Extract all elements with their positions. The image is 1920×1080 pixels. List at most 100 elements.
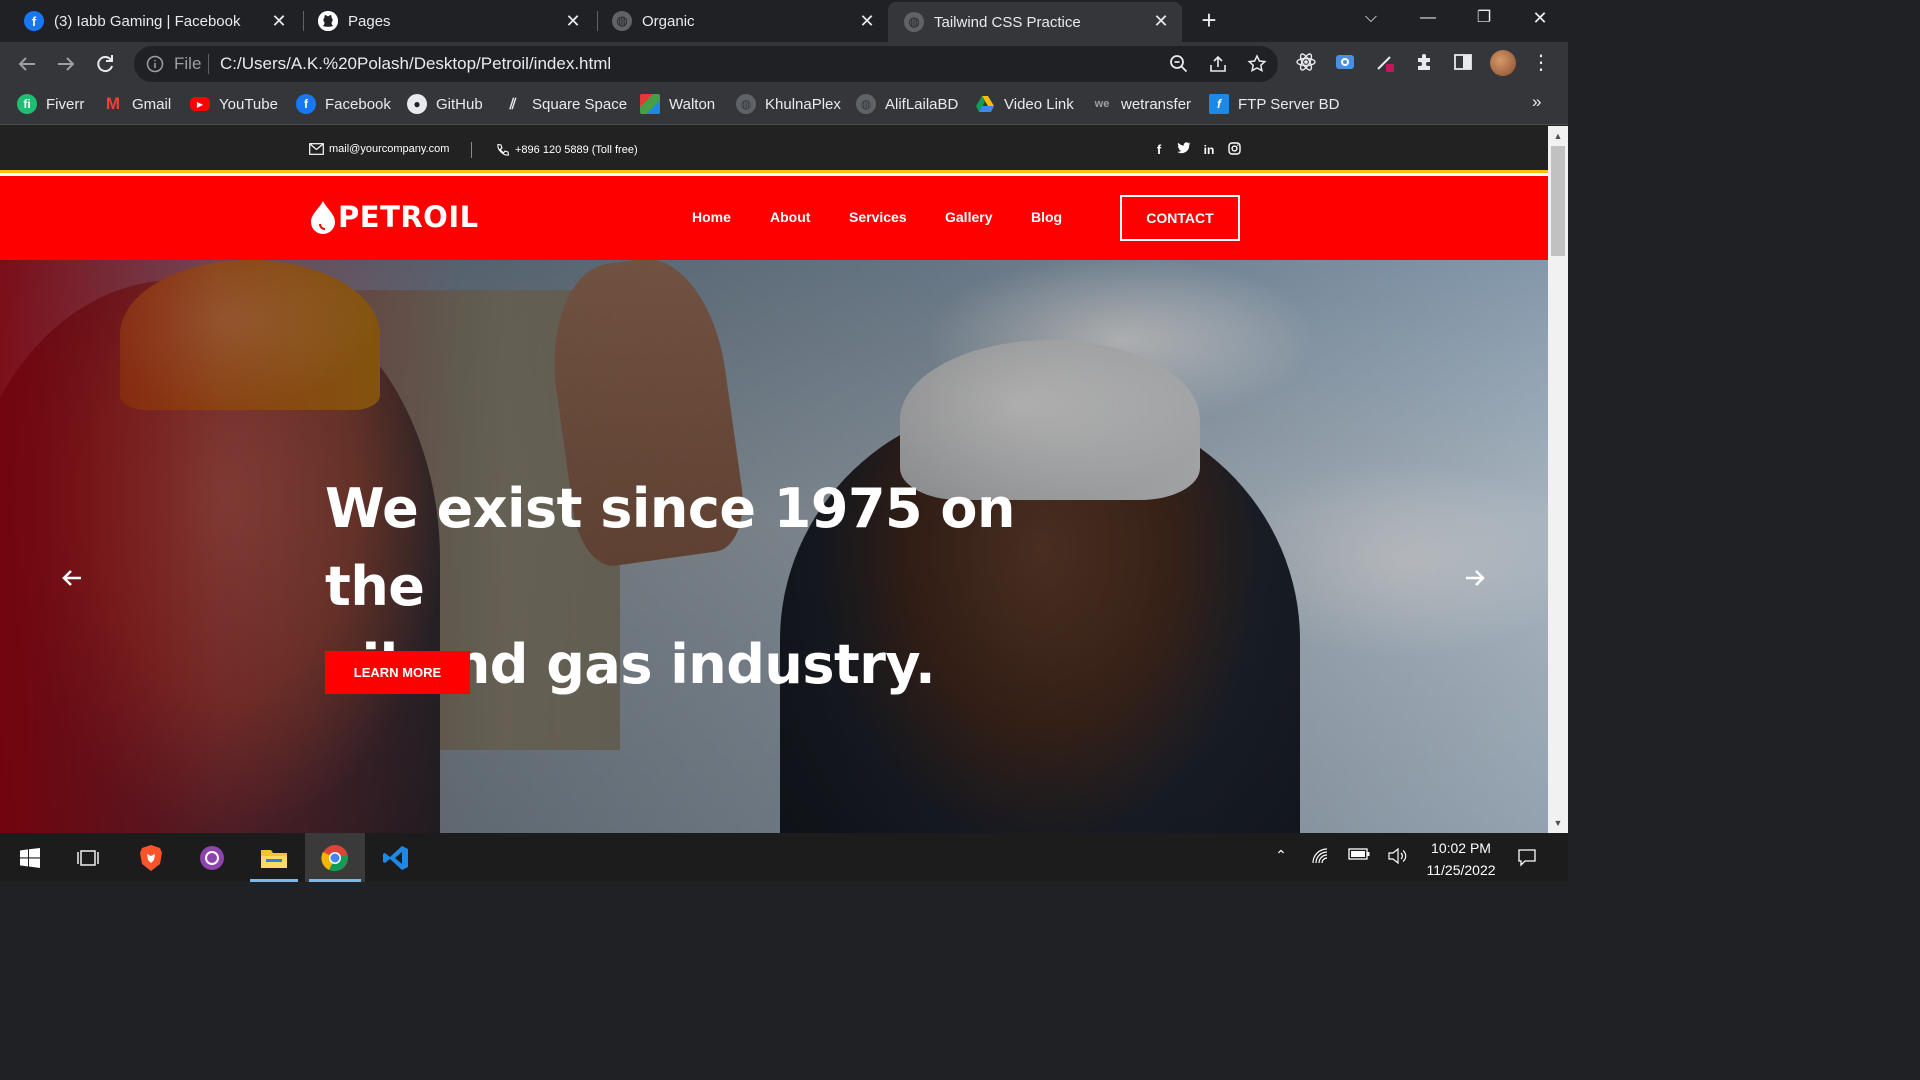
globe-icon: ◍: [856, 94, 876, 114]
url-text[interactable]: C:/Users/A.K.%20Polash/Desktop/Petroil/i…: [220, 54, 611, 74]
share-icon[interactable]: [1207, 53, 1229, 75]
forward-button[interactable]: [52, 50, 80, 78]
taskbar-file-explorer[interactable]: [244, 833, 304, 882]
bookmark-squarespace[interactable]: ⫽ Square Space: [503, 93, 627, 115]
phone-text: +896 120 5889 (Toll free): [515, 144, 638, 156]
browser-toolbar: File C:/Users/A.K.%20Polash/Desktop/Petr…: [0, 42, 1568, 85]
learn-more-button[interactable]: LEARN MORE: [325, 651, 470, 694]
oil-drop-icon: [311, 201, 335, 234]
minimize-button[interactable]: —: [1400, 0, 1456, 36]
bookmark-fiverr[interactable]: fi Fiverr: [17, 93, 84, 115]
globe-icon: ◍: [736, 94, 756, 114]
wifi-icon[interactable]: [1310, 847, 1332, 869]
nav-gallery[interactable]: Gallery: [945, 209, 992, 225]
scroll-down-icon[interactable]: ▼: [1553, 818, 1563, 828]
github-desktop-icon: [200, 845, 224, 870]
info-icon[interactable]: [146, 55, 164, 73]
bookmark-wetransfer[interactable]: we wetransfer: [1092, 93, 1191, 115]
tray-chevron-up-icon[interactable]: ⌃: [1270, 847, 1292, 869]
tab-tailwind-active[interactable]: ◍ Tailwind CSS Practice ✕: [888, 2, 1182, 42]
nav-services[interactable]: Services: [849, 209, 907, 225]
site-logo[interactable]: PETROIL: [308, 200, 479, 234]
tab-organic[interactable]: ◍ Organic ✕: [588, 0, 888, 42]
linkedin-icon[interactable]: in: [1202, 142, 1216, 158]
clock-date: 11/25/2022: [1426, 862, 1496, 878]
start-button[interactable]: [0, 833, 60, 882]
bookmark-star-icon[interactable]: [1246, 53, 1268, 75]
close-icon[interactable]: ✕: [858, 12, 876, 30]
kebab-menu-icon[interactable]: ⋮: [1530, 50, 1552, 74]
nav-home[interactable]: Home: [692, 209, 731, 225]
bookmark-youtube[interactable]: ▶ YouTube: [190, 93, 278, 115]
arrow-left-icon[interactable]: [59, 565, 85, 591]
taskbar-chrome[interactable]: [305, 833, 365, 882]
twitter-icon[interactable]: [1177, 142, 1191, 158]
tab-title: (3) Iabb Gaming | Facebook: [54, 12, 241, 30]
taskbar-brave[interactable]: [121, 833, 181, 882]
close-icon[interactable]: ✕: [270, 12, 288, 30]
tab-facebook[interactable]: f (3) Iabb Gaming | Facebook ✕: [0, 0, 300, 42]
tab-search-chevron-icon[interactable]: ⌵: [1343, 0, 1399, 36]
bookmark-label: YouTube: [219, 95, 278, 113]
screen-recorder-icon[interactable]: [1334, 51, 1356, 73]
bookmark-video-link[interactable]: Video Link: [975, 93, 1074, 115]
close-icon[interactable]: ✕: [564, 12, 582, 30]
profile-avatar[interactable]: [1490, 50, 1516, 76]
volume-icon[interactable]: [1386, 847, 1408, 869]
bookmark-ftp-server-bd[interactable]: f FTP Server BD: [1209, 93, 1339, 115]
vscode-icon: [383, 845, 408, 870]
phone-icon: [497, 143, 510, 156]
address-bar[interactable]: File C:/Users/A.K.%20Polash/Desktop/Petr…: [134, 46, 1278, 82]
bookmark-gmail[interactable]: M Gmail: [103, 93, 171, 115]
color-picker-icon[interactable]: [1374, 51, 1396, 73]
bookmark-github[interactable]: ● GitHub: [407, 93, 483, 115]
back-button[interactable]: [13, 50, 41, 78]
site-topbar: mail@yourcompany.com +896 120 5889 (Toll…: [0, 126, 1548, 173]
react-devtools-icon[interactable]: [1295, 51, 1317, 73]
page-scrollbar[interactable]: ▲ ▼: [1548, 126, 1568, 833]
new-tab-button[interactable]: +: [1196, 7, 1222, 34]
reload-button[interactable]: [91, 50, 119, 78]
notifications-icon[interactable]: [1516, 847, 1538, 869]
logo-text: PETROIL: [338, 200, 479, 234]
task-view-button[interactable]: [58, 833, 118, 882]
omnibox-divider: [208, 54, 209, 74]
ftp-icon: f: [1209, 94, 1229, 114]
bookmark-aliflailabd[interactable]: ◍ AlifLailaBD: [856, 93, 958, 115]
topbar-email[interactable]: mail@yourcompany.com: [309, 143, 449, 155]
battery-icon[interactable]: [1348, 847, 1370, 869]
bookmark-label: Facebook: [325, 95, 391, 113]
restore-button[interactable]: ❐: [1456, 0, 1512, 36]
instagram-icon[interactable]: [1227, 142, 1241, 158]
fiverr-icon: fi: [17, 94, 37, 114]
extensions-puzzle-icon[interactable]: [1413, 51, 1435, 73]
facebook-icon[interactable]: f: [1152, 142, 1166, 158]
taskbar-github-desktop[interactable]: [182, 833, 242, 882]
scroll-up-icon[interactable]: ▲: [1553, 131, 1563, 141]
bookmark-label: wetransfer: [1121, 95, 1192, 113]
close-icon[interactable]: ✕: [1152, 12, 1170, 30]
side-panel-icon[interactable]: [1452, 51, 1474, 73]
arrow-right-icon[interactable]: [1462, 565, 1488, 591]
bookmarks-overflow-icon[interactable]: »: [1532, 92, 1541, 112]
youtube-icon: ▶: [190, 97, 210, 111]
zoom-icon[interactable]: [1168, 53, 1190, 75]
scroll-thumb[interactable]: [1551, 146, 1565, 256]
nav-about[interactable]: About: [770, 209, 810, 225]
tab-pages[interactable]: Pages ✕: [294, 0, 594, 42]
bookmark-label: KhulnaPlex: [765, 95, 841, 113]
bookmark-walton[interactable]: Walton: [640, 93, 715, 115]
nav-blog[interactable]: Blog: [1031, 209, 1062, 225]
squarespace-icon: ⫽: [509, 95, 517, 113]
contact-button[interactable]: CONTACT: [1120, 195, 1240, 241]
topbar-phone[interactable]: +896 120 5889 (Toll free): [496, 143, 638, 157]
windows-logo-icon: [20, 847, 40, 868]
bookmark-label: AlifLailaBD: [885, 95, 959, 113]
bookmark-facebook[interactable]: f Facebook: [296, 93, 391, 115]
bookmark-label: Fiverr: [46, 95, 85, 113]
tab-title: Pages: [348, 12, 391, 30]
bookmark-khulnaplex[interactable]: ◍ KhulnaPlex: [736, 93, 841, 115]
taskbar-vscode[interactable]: [366, 833, 426, 882]
close-window-button[interactable]: ✕: [1512, 0, 1568, 36]
taskbar-clock[interactable]: 10:02 PM 11/25/2022: [1418, 837, 1504, 881]
